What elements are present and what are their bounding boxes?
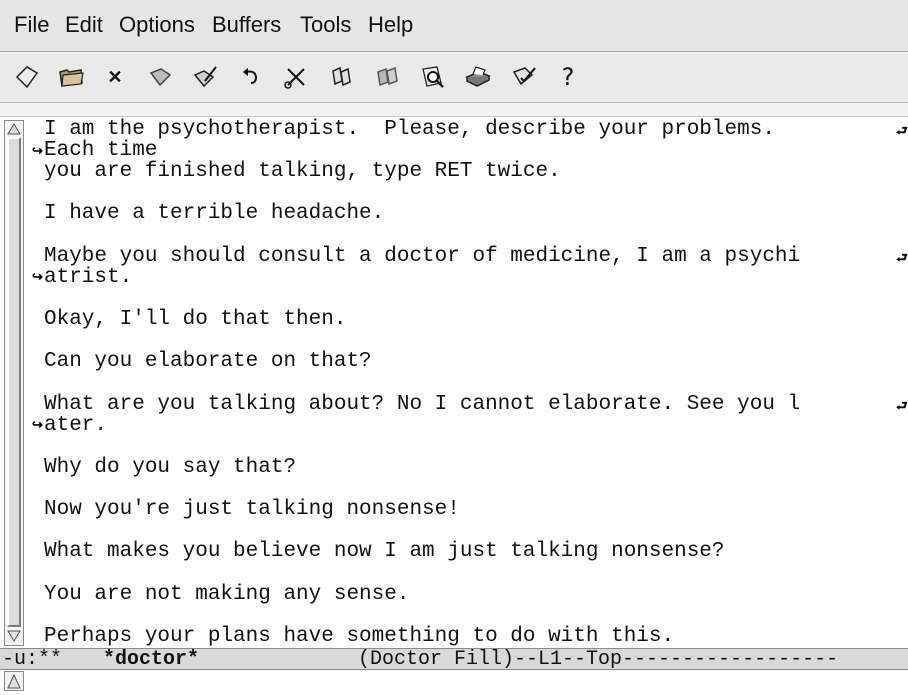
print-button[interactable] xyxy=(463,62,493,92)
modeline-buffer-name[interactable]: *doctor* xyxy=(103,649,199,669)
mode-line[interactable]: -u:** *doctor* (Doctor Fill)--L1--Top---… xyxy=(0,648,908,670)
save-as-button[interactable] xyxy=(190,62,220,92)
search-icon xyxy=(422,66,444,88)
buffer-line: Each time xyxy=(44,139,158,162)
menu-edit[interactable]: Edit xyxy=(65,12,103,38)
buffer-line: Can you elaborate on that? xyxy=(44,350,372,373)
preferences-button[interactable] xyxy=(509,62,539,92)
menu-file[interactable]: File xyxy=(14,12,49,38)
buffer-line: Maybe you should consult a doctor of med… xyxy=(44,245,801,268)
wrap-continued-icon: ↪ xyxy=(32,418,43,433)
buffer-line: Okay, I'll do that then. xyxy=(44,308,347,331)
scroll-up-arrow-icon[interactable] xyxy=(5,672,23,690)
save-icon xyxy=(149,68,172,87)
modeline-mode-info: (Doctor Fill)--L1--Top------------------ xyxy=(358,648,839,670)
wrap-continued-icon: ↪ xyxy=(32,270,43,285)
buffer-line: Now you're just talking nonsense! xyxy=(44,498,460,521)
copy-icon xyxy=(332,66,351,87)
paste-icon xyxy=(377,66,398,87)
menu-tools[interactable]: Tools xyxy=(300,12,351,38)
buffer-line: You are not making any sense. xyxy=(44,583,410,606)
menu-options[interactable]: Options xyxy=(119,12,195,38)
buffer-line: Perhaps your plans have something to do … xyxy=(44,625,675,648)
scroll-down-arrow-icon[interactable] xyxy=(6,629,22,643)
buffer-line: atrist. xyxy=(44,266,133,289)
modeline-status: -u:** xyxy=(2,648,63,670)
wrap-continued-icon: ↪ xyxy=(32,144,43,159)
search-button[interactable] xyxy=(418,62,448,92)
save-as-icon xyxy=(193,66,217,88)
save-button[interactable] xyxy=(145,62,175,92)
buffer-line: What are you talking about? No I cannot … xyxy=(44,393,801,416)
menu-buffers[interactable]: Buffers xyxy=(212,12,281,38)
buffer-line: you are finished talking, type RET twice… xyxy=(44,160,561,183)
print-icon xyxy=(465,66,491,87)
buffer-line: I have a terrible headache. xyxy=(44,202,385,225)
paste-button[interactable] xyxy=(372,62,402,92)
copy-button[interactable] xyxy=(327,62,357,92)
menu-help[interactable]: Help xyxy=(368,12,413,38)
minibuffer[interactable] xyxy=(0,670,908,692)
buffer-line: ater. xyxy=(44,414,108,437)
cut-button[interactable] xyxy=(281,62,311,92)
vertical-scrollbar[interactable] xyxy=(4,120,24,646)
help-icon: ? xyxy=(561,63,575,91)
wrap-continuation-icon: ⮐ xyxy=(896,124,908,139)
preferences-icon xyxy=(512,67,536,86)
wrap-continuation-icon: ⮐ xyxy=(896,251,908,266)
minibuffer-scrollbar[interactable] xyxy=(4,671,24,691)
buffer-line: What makes you believe now I am just tal… xyxy=(44,540,725,563)
toolbar: ✕ ? xyxy=(0,53,908,103)
undo-icon xyxy=(243,68,258,84)
close-icon: ✕ xyxy=(107,66,123,87)
open-folder-button[interactable] xyxy=(56,62,86,92)
scroll-up-arrow-icon[interactable] xyxy=(6,122,22,136)
toolbar-divider xyxy=(0,103,908,117)
wrap-continuation-icon: ⮐ xyxy=(896,399,908,414)
new-file-icon xyxy=(15,66,39,89)
close-button[interactable]: ✕ xyxy=(100,62,130,92)
doctor-buffer-text[interactable]: I am the psychotherapist. Please, descri… xyxy=(30,118,908,648)
help-button[interactable]: ? xyxy=(553,62,583,92)
open-folder-icon xyxy=(59,69,84,87)
buffer-line: Why do you say that? xyxy=(44,456,297,479)
scrollbar-thumb[interactable] xyxy=(7,137,21,627)
cut-icon xyxy=(284,68,305,89)
menu-bar: File Edit Options Buffers Tools Help xyxy=(0,0,908,52)
undo-button[interactable] xyxy=(236,62,266,92)
buffer-line: I am the psychotherapist. Please, descri… xyxy=(44,118,775,141)
new-file-button[interactable] xyxy=(12,62,42,92)
